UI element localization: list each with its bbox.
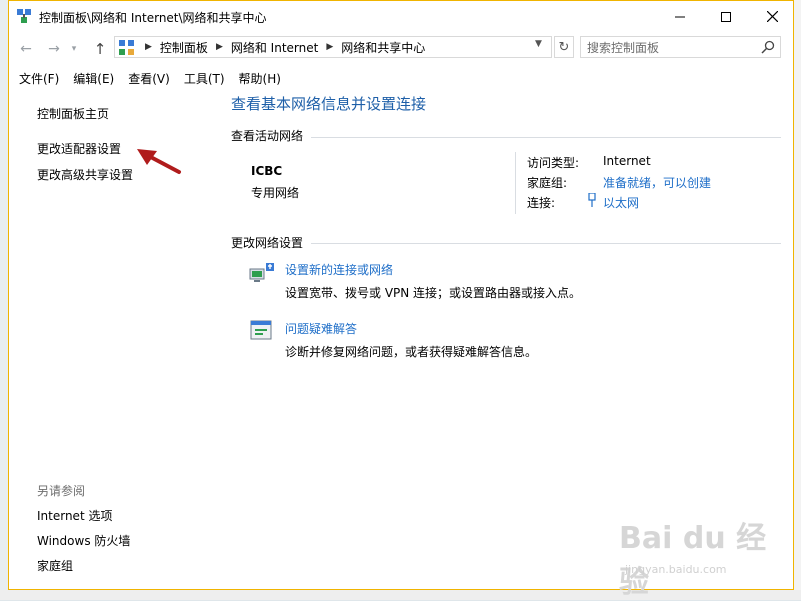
see-also-label: 另请参阅 — [37, 484, 86, 498]
sidebar: 控制面板主页 更改适配器设置 更改高级共享设置 另请参阅 Internet 选项… — [9, 89, 217, 589]
close-icon — [766, 11, 778, 22]
maximize-icon — [721, 11, 731, 22]
breadcrumb-separator: ▶ — [326, 42, 334, 52]
navigation-bar: ← → ▾ ↑ ▶ 控制面板 ▶ 网络和 Internet ▶ 网络和共享中心 … — [9, 33, 793, 65]
watermark-logo: Bai du 经验 — [619, 521, 767, 600]
watermark-url: jingyan.baidu.com — [625, 563, 727, 576]
access-type-label: 访问类型: — [527, 156, 580, 170]
setup-new-connection-description: 设置宽带、拨号或 VPN 连接；或设置路由器或接入点。 — [285, 286, 582, 300]
homegroup-link[interactable]: 准备就绪，可以创建 — [603, 174, 711, 191]
breadcrumb-network-internet[interactable]: 网络和 Internet — [231, 39, 318, 56]
troubleshoot-link[interactable]: 问题疑难解答 — [285, 320, 357, 337]
maximize-button[interactable] — [703, 1, 749, 32]
breadcrumb: ▶ 控制面板 ▶ 网络和 Internet ▶ 网络和共享中心 — [137, 37, 425, 57]
chevron-down-icon[interactable]: ▼ — [535, 39, 542, 49]
menu-file[interactable]: 文件(F) — [14, 67, 64, 89]
network-app-icon — [17, 9, 31, 23]
menu-tools[interactable]: 工具(T) — [179, 67, 230, 89]
divider — [311, 137, 781, 138]
change-settings-label: 更改网络设置 — [231, 236, 304, 250]
sidebar-item-homegroup[interactable]: 家庭组 — [37, 557, 73, 574]
annotation-arrow-icon — [137, 149, 181, 174]
chevron-down-icon: ▾ — [71, 44, 77, 54]
active-networks-label: 查看活动网络 — [231, 129, 304, 143]
menu-bar: 文件(F) 编辑(E) 查看(V) 工具(T) 帮助(H) — [9, 67, 793, 89]
recent-locations-button[interactable]: ▾ — [67, 39, 81, 59]
search-input[interactable] — [585, 38, 759, 58]
troubleshoot-description: 诊断并修复网络问题，或者获得疑难解答信息。 — [285, 345, 538, 359]
breadcrumb-control-panel[interactable]: 控制面板 — [160, 39, 208, 56]
ethernet-connection-link[interactable]: 以太网 — [603, 194, 639, 211]
access-type-value: Internet — [603, 154, 651, 168]
minimize-button[interactable] — [657, 1, 703, 32]
homegroup-label: 家庭组: — [527, 176, 568, 190]
minimize-icon — [675, 16, 685, 17]
network-type[interactable]: 专用网络 — [251, 184, 299, 201]
refresh-icon: ↻ — [558, 39, 570, 55]
title-bar[interactable]: 控制面板\网络和 Internet\网络和共享中心 — [9, 1, 793, 32]
ethernet-icon — [588, 193, 596, 207]
connection-label: 连接: — [527, 196, 556, 210]
baidu-jingyan-watermark: Bai du 经验 jingyan.baidu.com — [619, 513, 769, 600]
new-connection-icon — [249, 263, 274, 282]
address-bar[interactable]: ▶ 控制面板 ▶ 网络和 Internet ▶ 网络和共享中心 ▼ — [114, 36, 552, 58]
menu-edit[interactable]: 编辑(E) — [68, 67, 119, 89]
search-box[interactable] — [580, 36, 781, 58]
window-title: 控制面板\网络和 Internet\网络和共享中心 — [39, 11, 267, 25]
breadcrumb-separator: ▶ — [145, 42, 152, 52]
search-icon[interactable] — [761, 40, 775, 54]
arrow-left-icon: ← — [20, 41, 32, 57]
sidebar-item-change-advanced-sharing[interactable]: 更改高级共享设置 — [37, 166, 133, 183]
back-button[interactable]: ← — [15, 39, 37, 59]
network-name: ICBC — [251, 164, 283, 178]
divider — [515, 152, 516, 214]
setup-new-connection-link[interactable]: 设置新的连接或网络 — [285, 261, 393, 278]
page-title: 查看基本网络信息并设置连接 — [231, 95, 427, 113]
control-panel-window: 控制面板\网络和 Internet\网络和共享中心 ← → ▾ ↑ ▶ 控制面板… — [8, 0, 794, 600]
sidebar-item-internet-options[interactable]: Internet 选项 — [37, 507, 112, 524]
refresh-button[interactable]: ↻ — [554, 36, 574, 58]
close-button[interactable] — [749, 1, 795, 32]
breadcrumb-separator: ▶ — [215, 42, 223, 52]
sidebar-item-control-panel-home[interactable]: 控制面板主页 — [37, 105, 109, 122]
forward-button[interactable]: → — [43, 39, 65, 59]
sidebar-item-windows-firewall[interactable]: Windows 防火墙 — [37, 532, 130, 549]
menu-view[interactable]: 查看(V) — [123, 67, 175, 89]
divider — [311, 243, 781, 244]
troubleshoot-icon — [250, 320, 272, 340]
arrow-right-icon: → — [48, 41, 60, 57]
control-panel-icon — [119, 40, 134, 55]
arrow-up-icon: ↑ — [93, 40, 107, 58]
menu-help[interactable]: 帮助(H) — [234, 67, 286, 89]
sidebar-item-change-adapter-settings[interactable]: 更改适配器设置 — [37, 140, 121, 157]
breadcrumb-network-sharing-center[interactable]: 网络和共享中心 — [341, 39, 425, 56]
up-button[interactable]: ↑ — [89, 39, 111, 59]
